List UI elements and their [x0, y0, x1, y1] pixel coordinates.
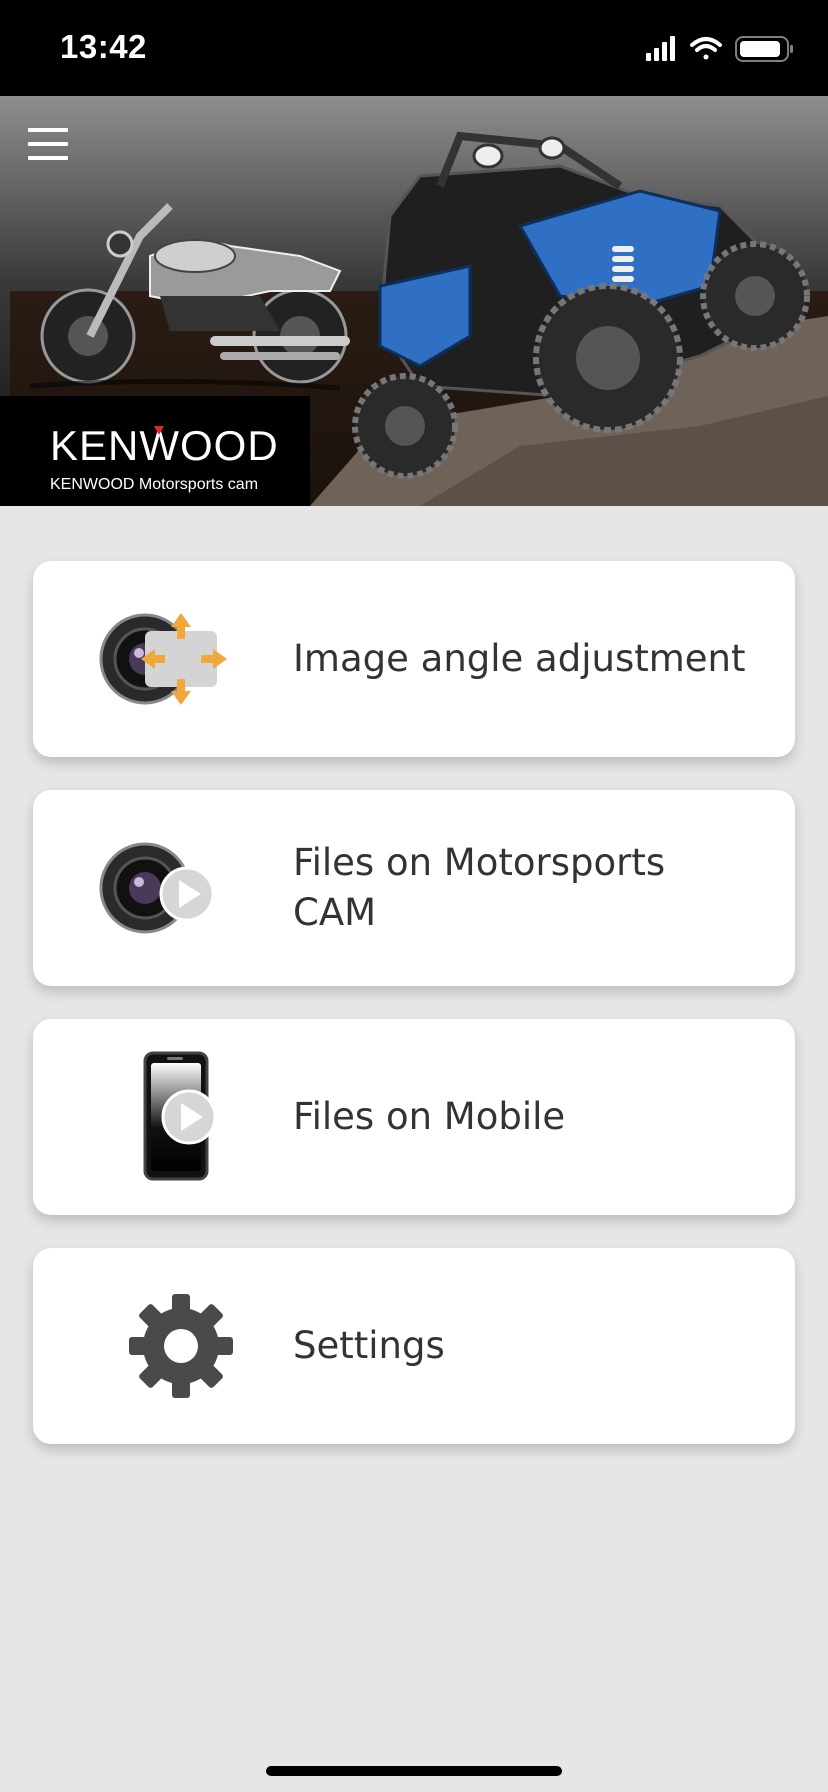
logo-accent-mark	[154, 426, 164, 435]
menu-item-image-angle-adjustment[interactable]: Image angle adjustment	[33, 561, 795, 757]
menu-item-label: Image angle adjustment	[293, 637, 746, 680]
home-indicator[interactable]	[266, 1766, 562, 1776]
gear-icon	[93, 1288, 233, 1404]
camera-adjust-icon	[93, 601, 233, 717]
camera-play-icon	[93, 830, 233, 946]
menu-item-files-on-mobile[interactable]: Files on Mobile	[33, 1019, 795, 1215]
kenwood-logo: KENWOOD	[50, 422, 279, 469]
brand-subtitle: KENWOOD Motorsports cam	[50, 476, 259, 493]
menu-item-label: Files on Motorsports CAM	[293, 841, 666, 934]
wifi-icon	[690, 37, 722, 60]
menu-item-label: Settings	[293, 1324, 445, 1367]
hamburger-menu-icon[interactable]	[26, 126, 70, 162]
menu-item-files-on-motorsports-cam[interactable]: Files on Motorsports CAM	[33, 790, 795, 986]
phone-play-icon	[93, 1051, 233, 1181]
hero-banner: KENWOOD KENWOOD Motorsports cam	[0, 96, 828, 506]
menu-item-settings[interactable]: Settings	[33, 1248, 795, 1444]
brand-box: KENWOOD KENWOOD Motorsports cam	[0, 396, 310, 506]
status-icons	[646, 36, 796, 62]
battery-icon	[735, 36, 793, 62]
cellular-signal-icon	[646, 36, 675, 61]
status-time: 13:42	[60, 28, 147, 65]
status-bar: 13:42	[0, 0, 828, 96]
menu-item-label: Files on Mobile	[293, 1095, 566, 1138]
